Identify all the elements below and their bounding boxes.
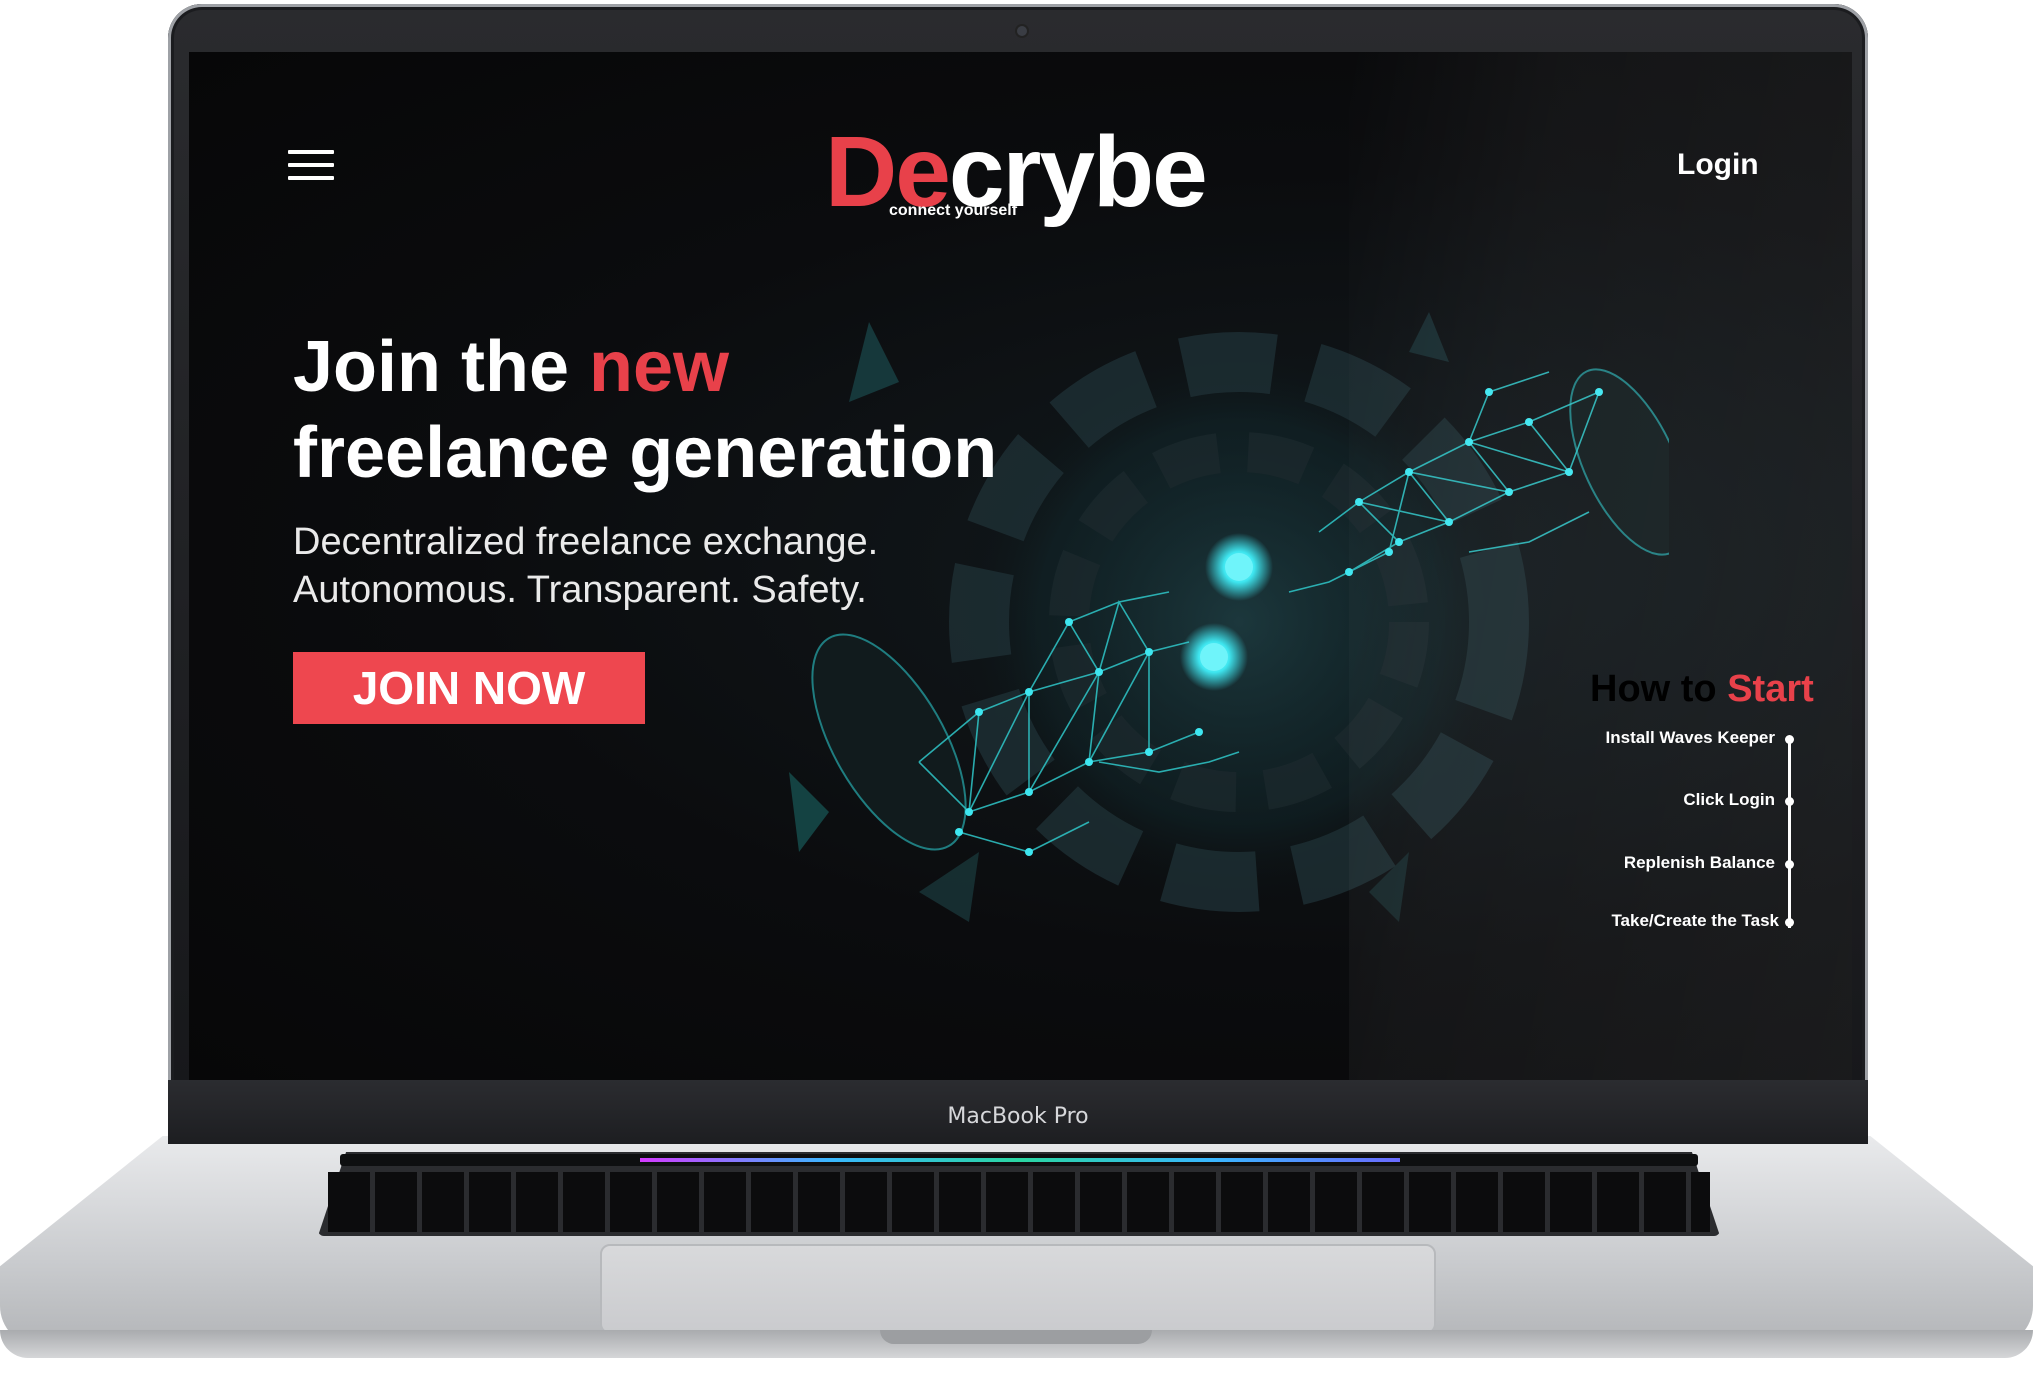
- step-item[interactable]: Take/Create the Task: [1581, 911, 1779, 931]
- headline-text: Join the: [293, 327, 590, 407]
- headline-line2: freelance generation: [293, 413, 998, 493]
- device-label: MacBook Pro: [947, 1104, 1089, 1129]
- join-now-button[interactable]: JOIN NOW: [293, 652, 645, 724]
- step-dot: [1785, 860, 1794, 869]
- step-dot: [1785, 735, 1794, 744]
- trackpad: [600, 1244, 1436, 1334]
- how-title-accent: Start: [1727, 668, 1814, 710]
- touch-bar-strip: [640, 1158, 1400, 1162]
- subline-1: Decentralized freelance exchange.: [293, 521, 879, 563]
- hamburger-menu-icon[interactable]: [288, 150, 334, 184]
- keyboard-keys: [328, 1172, 1710, 1232]
- steps-timeline: [1788, 742, 1791, 928]
- how-title-white: How to: [1590, 668, 1728, 710]
- camera-icon: [1017, 26, 1027, 36]
- step-dot: [1785, 918, 1794, 927]
- subline-2: Autonomous. Transparent. Safety.: [293, 569, 867, 611]
- login-link[interactable]: Login: [1677, 148, 1759, 182]
- how-to-start-title: How to Start: [1590, 668, 1814, 711]
- laptop-mockup: MacBook Pro Decrybe connect yourself Log…: [0, 0, 2033, 1377]
- logo-tagline: connect yourself: [889, 202, 1018, 219]
- website-screen: Decrybe connect yourself Login Join the …: [189, 52, 1852, 1080]
- decrybe-logo[interactable]: Decrybe: [825, 122, 1245, 242]
- step-item[interactable]: Click Login: [1601, 790, 1775, 810]
- step-item[interactable]: Install Waves Keeper: [1601, 728, 1775, 748]
- step-item[interactable]: Replenish Balance: [1601, 853, 1775, 873]
- headline-accent: new: [589, 327, 730, 407]
- hero-subline: Decentralized freelance exchange. Autono…: [293, 518, 878, 614]
- step-dot: [1785, 797, 1794, 806]
- hero-headline: Join the new freelance generation: [293, 324, 997, 496]
- lid-notch: [880, 1330, 1152, 1344]
